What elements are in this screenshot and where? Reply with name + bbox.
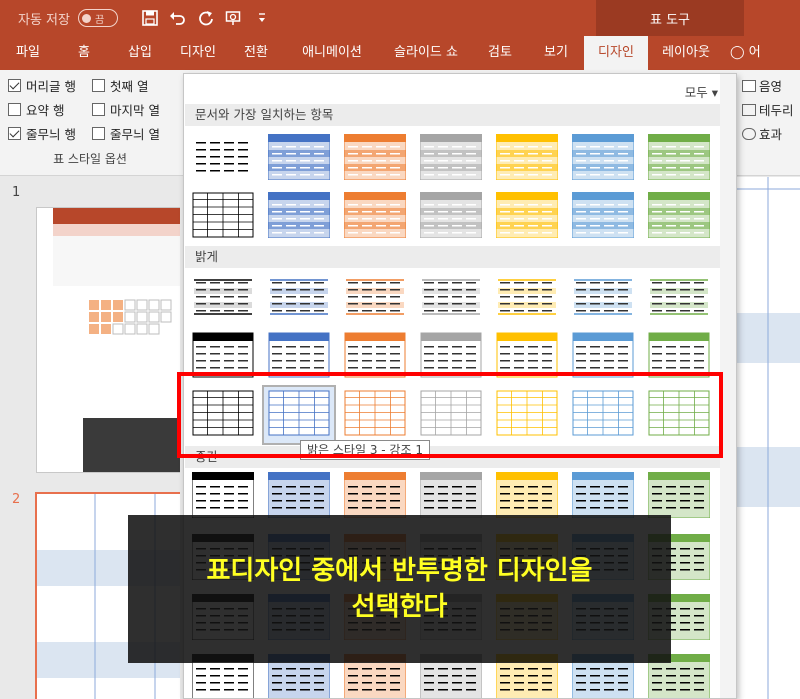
option-label: 첫째 열 — [110, 79, 149, 94]
borders-label: 테두리 — [759, 103, 794, 118]
table-style-tile[interactable] — [496, 134, 558, 180]
undo-icon[interactable] — [164, 6, 192, 30]
header-row-option[interactable]: 머리글 행 — [8, 76, 76, 95]
shading-icon — [742, 79, 756, 92]
tab-design[interactable]: 디자인 — [168, 36, 228, 70]
table-style-tile[interactable] — [420, 274, 482, 320]
borders-icon — [742, 103, 756, 116]
caption-line-2: 선택한다 — [351, 592, 448, 622]
table-style-tile[interactable] — [192, 472, 254, 518]
checkbox[interactable] — [92, 79, 105, 92]
table-style-tile[interactable] — [420, 192, 482, 238]
table-style-tile[interactable] — [344, 192, 406, 238]
redo-icon[interactable] — [192, 6, 220, 30]
powerpoint-window: 자동 저장 끔 표 도구 파일 홈 삽입 디자인 전환 애니메이션 슬라이드 쇼… — [0, 0, 800, 699]
option-label: 머리글 행 — [26, 79, 76, 94]
shading-button[interactable]: 음영 — [742, 76, 782, 95]
shading-label: 음영 — [759, 79, 783, 94]
caption-line-1: 표디자인 중에서 반투명한 디자인을 — [206, 556, 593, 586]
toggle-knob — [81, 13, 91, 23]
lightbulb-icon: ◯ — [730, 45, 745, 60]
table-style-tile[interactable] — [268, 274, 330, 320]
quick-access-toolbar: 자동 저장 끔 — [0, 0, 276, 36]
table-style-tile[interactable] — [648, 274, 710, 320]
checkbox[interactable] — [8, 79, 21, 92]
section-best-match: 문서와 가장 일치하는 항목 — [185, 104, 721, 126]
table-style-tile[interactable] — [268, 472, 330, 518]
table-style-tile[interactable] — [192, 192, 254, 238]
autosave-toggle[interactable]: 끔 — [77, 9, 118, 27]
tab-transitions[interactable]: 전환 — [228, 36, 284, 70]
effects-button[interactable]: 효과 — [742, 124, 782, 143]
effects-label: 효과 — [759, 127, 783, 142]
borders-button[interactable]: 테두리 — [742, 100, 794, 119]
tab-table-design[interactable]: 디자인 — [584, 36, 648, 70]
tab-review[interactable]: 검토 — [472, 36, 528, 70]
effects-icon — [742, 127, 756, 140]
table-style-tile[interactable] — [344, 472, 406, 518]
table-style-tile[interactable] — [572, 274, 634, 320]
slide-1-preview-image — [53, 208, 183, 472]
autosave-label: 자동 저장 — [18, 12, 70, 28]
last-column-option[interactable]: 마지막 열 — [92, 100, 160, 119]
table-tools-label: 표 도구 — [649, 13, 690, 28]
tab-file[interactable]: 파일 — [0, 36, 56, 70]
slide-table-preview — [735, 177, 800, 699]
tab-insert[interactable]: 삽입 — [112, 36, 168, 70]
autosave-state: 끔 — [94, 14, 105, 26]
instruction-caption: 표디자인 중에서 반투명한 디자인을 선택한다 — [128, 515, 671, 663]
banded-rows-option[interactable]: 줄무늬 행 — [8, 124, 76, 143]
present-icon[interactable] — [220, 6, 248, 30]
table-style-tile[interactable] — [344, 134, 406, 180]
option-label: 줄무늬 행 — [26, 127, 76, 142]
table-style-tile[interactable] — [648, 472, 710, 518]
table-style-tile[interactable] — [496, 274, 558, 320]
table-style-tile[interactable] — [496, 472, 558, 518]
table-style-tile[interactable] — [648, 192, 710, 238]
slide-number: 1 — [12, 185, 21, 200]
chevron-down-icon: ▾ — [711, 85, 718, 100]
save-icon[interactable] — [136, 6, 164, 30]
table-style-tile[interactable] — [192, 274, 254, 320]
section-light: 밝게 — [185, 246, 721, 268]
tab-view[interactable]: 보기 — [528, 36, 584, 70]
highlight-box — [177, 372, 723, 458]
checkbox[interactable] — [8, 103, 21, 116]
customize-qat-icon[interactable] — [248, 6, 276, 30]
option-label: 마지막 열 — [110, 103, 160, 118]
slide-canvas[interactable] — [735, 177, 800, 699]
checkbox[interactable] — [92, 127, 105, 140]
tab-table-layout[interactable]: 레이아웃 — [648, 36, 724, 70]
table-style-tile[interactable] — [496, 192, 558, 238]
gallery-filter-label: 모두 — [684, 85, 708, 100]
table-style-tile[interactable] — [572, 134, 634, 180]
ribbon-tabs-bar: 파일 홈 삽입 디자인 전환 애니메이션 슬라이드 쇼 검토 보기 디자인 레이… — [0, 36, 800, 94]
table-style-tile[interactable] — [572, 192, 634, 238]
option-label: 요약 행 — [26, 103, 65, 118]
table-style-tile[interactable] — [268, 192, 330, 238]
checkbox[interactable] — [92, 103, 105, 116]
tab-home[interactable]: 홈 — [56, 36, 112, 70]
slide-number: 2 — [12, 492, 21, 507]
table-style-tile[interactable] — [420, 472, 482, 518]
tab-tell-me[interactable]: ◯ 어떤 — [724, 36, 764, 94]
table-style-tile[interactable] — [648, 134, 710, 180]
table-style-tile[interactable] — [192, 134, 254, 180]
table-style-options-group-label: 표 스타일 옵션 — [53, 152, 127, 166]
table-style-tile[interactable] — [344, 274, 406, 320]
table-style-tile[interactable] — [572, 472, 634, 518]
option-label: 줄무늬 열 — [110, 127, 160, 142]
tab-animations[interactable]: 애니메이션 — [284, 36, 380, 70]
checkbox[interactable] — [8, 127, 21, 140]
first-column-option[interactable]: 첫째 열 — [92, 76, 148, 95]
slide-thumbnail-1[interactable] — [36, 207, 184, 473]
banded-columns-option[interactable]: 줄무늬 열 — [92, 124, 160, 143]
table-style-tile[interactable] — [268, 134, 330, 180]
gallery-filter-dropdown[interactable]: 모두 ▾ — [685, 82, 718, 101]
table-style-tile[interactable] — [420, 134, 482, 180]
tab-slideshow[interactable]: 슬라이드 쇼 — [380, 36, 472, 70]
total-row-option[interactable]: 요약 행 — [8, 100, 64, 119]
